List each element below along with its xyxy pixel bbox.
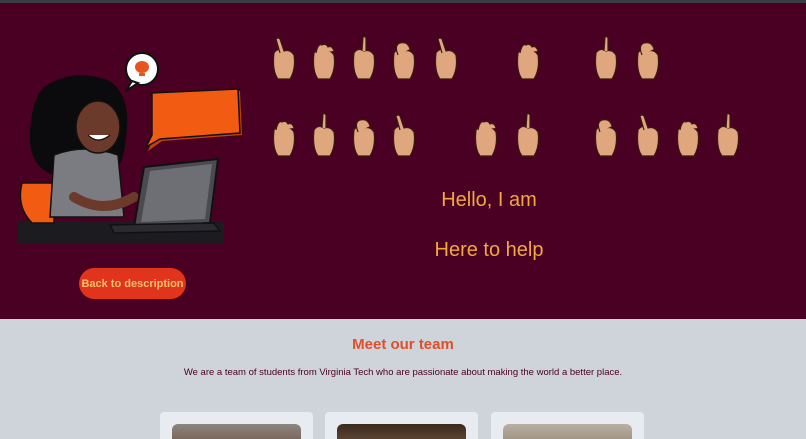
hand-sign-icon	[590, 112, 620, 158]
sign-row-bottom	[0, 3, 806, 157]
hand-sign-icon	[712, 112, 742, 158]
team-member-photo	[172, 424, 301, 439]
hand-sign-icon	[348, 112, 378, 158]
hero-section: Hello, I am Here to help Back to descrip…	[0, 3, 806, 319]
tagline-text: Here to help	[434, 239, 544, 261]
team-member-card[interactable]	[325, 412, 478, 439]
hand-sign-icon	[388, 112, 418, 158]
hand-sign-icon	[308, 112, 338, 158]
hand-sign-icon	[512, 112, 542, 158]
hand-sign-icon	[632, 112, 662, 158]
team-description: We are a team of students from Virginia …	[183, 367, 623, 378]
back-to-description-button[interactable]: Back to description	[79, 268, 186, 299]
laptop-user-illustration	[18, 52, 242, 243]
greeting-text: Hello, I am	[441, 189, 537, 211]
team-member-photo	[503, 424, 632, 439]
team-member-card[interactable]	[491, 412, 644, 439]
hand-sign-icon	[268, 112, 298, 158]
team-section-title: Meet our team	[352, 336, 454, 353]
team-member-photo	[337, 424, 466, 439]
hand-sign-icon	[672, 112, 702, 158]
team-member-card[interactable]	[160, 412, 313, 439]
hand-sign-icon	[470, 112, 500, 158]
